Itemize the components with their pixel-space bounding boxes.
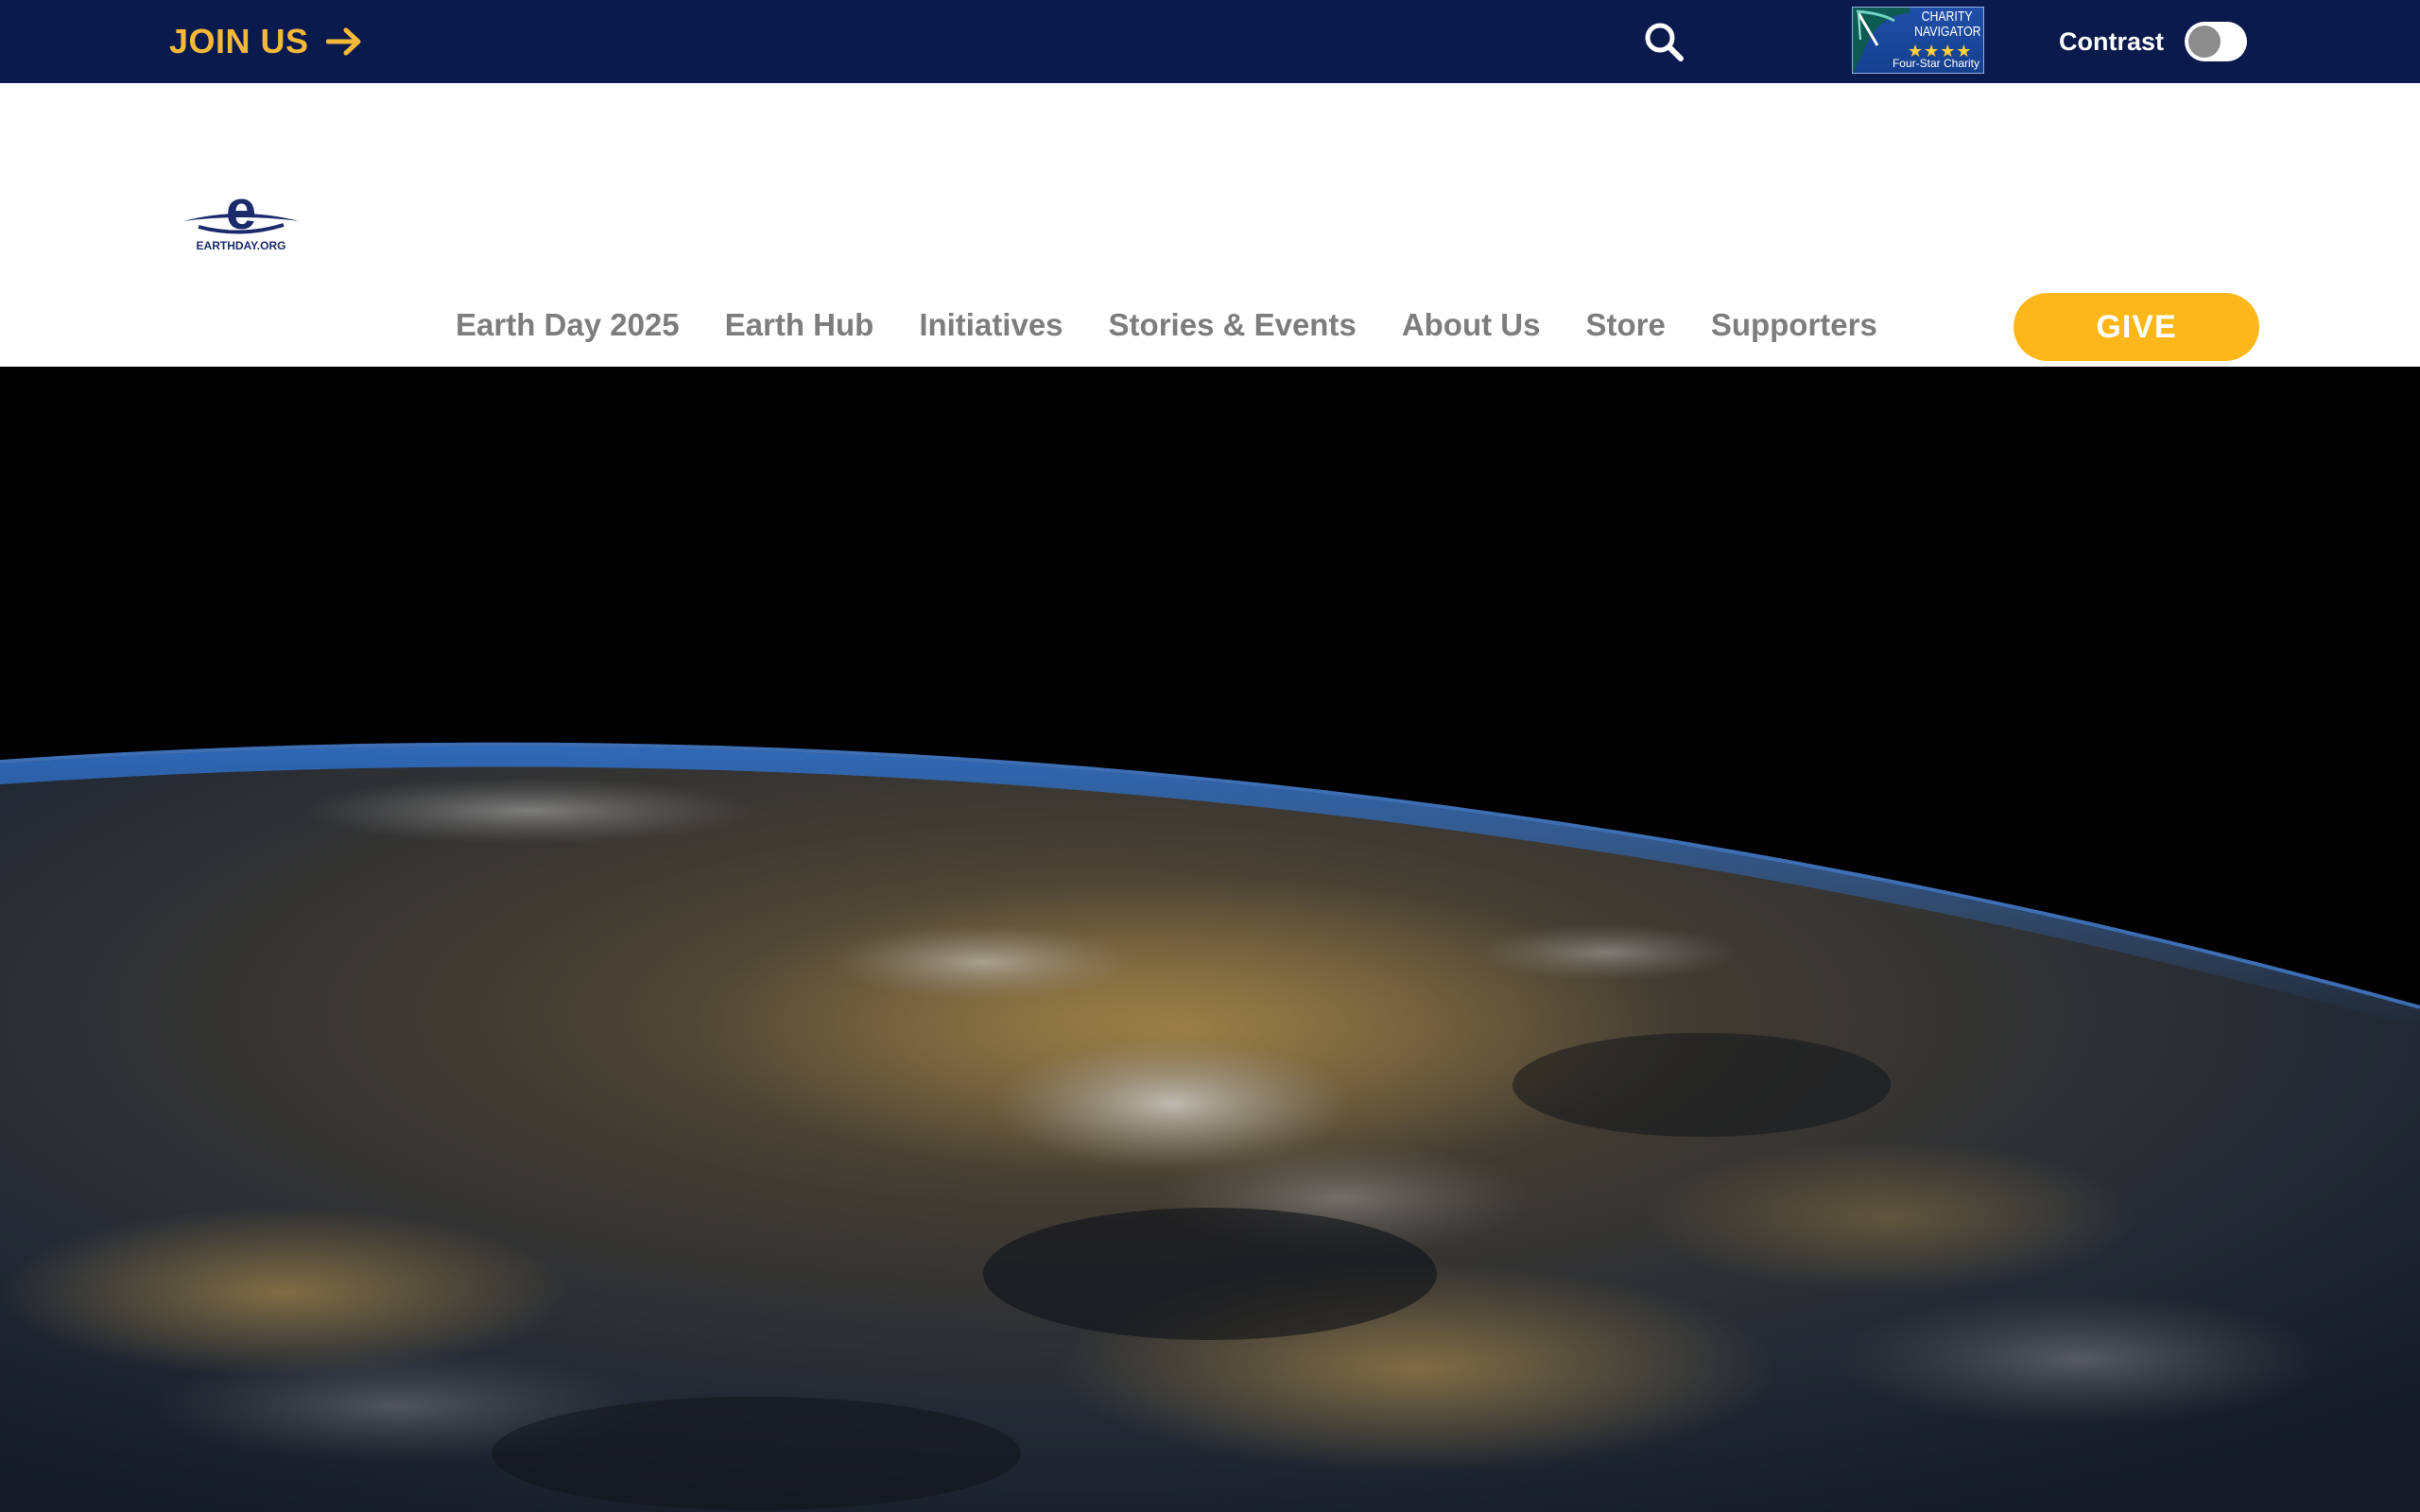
hero-earth-image [0,367,2420,1512]
search-icon [1645,23,1684,61]
nav-item-about-us[interactable]: About Us [1402,307,1541,343]
charity-navigator-badge[interactable]: CHARITY NAVIGATOR ★★★★ Four-Star Charity [1852,7,1984,74]
nav-item-earth-hub[interactable]: Earth Hub [725,307,874,343]
nav-item-supporters[interactable]: Supporters [1711,307,1877,343]
toggle-knob [2188,26,2221,58]
nav-item-store[interactable]: Store [1585,307,1665,343]
earth-from-space-image [0,367,2420,1512]
arrow-right-icon [325,27,361,56]
earthday-logo[interactable]: e EARTHDAY.ORG [180,180,302,253]
contrast-label: Contrast [2059,26,2165,56]
search-button[interactable] [1639,17,1688,66]
contrast-control: Contrast [2059,21,2248,62]
primary-menu: Earth Day 2025 Earth Hub Initiatives Sto… [456,299,1877,352]
nav-item-initiatives[interactable]: Initiatives [919,307,1063,343]
contrast-toggle[interactable] [2185,22,2248,61]
join-us-link[interactable]: JOIN US [169,18,362,65]
give-button[interactable]: GIVE [2014,293,2259,361]
nav-item-earth-day-2025[interactable]: Earth Day 2025 [456,307,680,343]
earthday-logo-mark: e EARTHDAY.ORG [183,180,299,252]
utility-bar: JOIN US CHARITY NAVIGATOR ★★★★ Four-Star… [0,0,2420,83]
main-header: e EARTHDAY.ORG Earth Day 2025 Earth Hub … [0,83,2420,367]
charity-caption: Four-Star Charity [1892,57,1979,70]
logo-text: EARTHDAY.ORG [197,239,286,252]
charity-navigator-text: CHARITY NAVIGATOR [1914,9,1981,40]
nav-item-stories-events[interactable]: Stories & Events [1109,307,1357,343]
join-us-label: JOIN US [169,22,309,60]
